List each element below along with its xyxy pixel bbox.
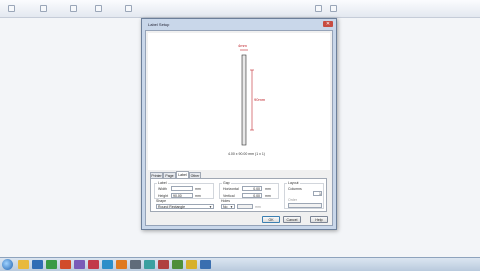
label-setup-dialog: Label Setup ✕ 4mm 90mm 4.00 x 90.00 mm (…: [141, 18, 337, 230]
app-icon-3[interactable]: [88, 260, 99, 269]
shape-value: Round Rectangle: [158, 205, 186, 209]
toolbar-button-4-icon[interactable]: [95, 5, 102, 12]
browser-icon[interactable]: [32, 260, 43, 269]
label-group-title: Label: [157, 181, 168, 185]
ok-button[interactable]: OK: [262, 216, 280, 223]
layout-group-title: Layout: [287, 181, 300, 185]
layout-group: Layout Columns 1 Order: [284, 181, 324, 209]
columns-input[interactable]: 1: [313, 191, 322, 196]
height-unit: mm: [195, 194, 201, 198]
holes-value: No: [223, 205, 228, 209]
holes-size-input[interactable]: [237, 204, 253, 209]
horizontal-unit: mm: [265, 187, 271, 191]
toolbar-button-3-icon[interactable]: [70, 5, 77, 12]
app-icon-11[interactable]: [200, 260, 211, 269]
app-icon-5[interactable]: [116, 260, 127, 269]
gap-group-title: Gap: [222, 181, 231, 185]
dialog-body: 4mm 90mm 4.00 x 90.00 mm (1 x 1) Printer…: [145, 30, 333, 226]
close-icon[interactable]: ✕: [323, 21, 333, 27]
media-icon[interactable]: [46, 260, 57, 269]
folder-icon[interactable]: [18, 260, 29, 269]
order-select[interactable]: [288, 203, 322, 208]
horizontal-gap-input[interactable]: 0.00: [242, 186, 262, 191]
width-input[interactable]: [171, 186, 193, 191]
height-input[interactable]: 90.00: [171, 193, 193, 198]
order-label: Order: [288, 198, 297, 202]
holes-unit: mm: [255, 205, 261, 209]
toolbar-button-1-icon[interactable]: [8, 5, 15, 12]
dialog-title: Label Setup: [148, 22, 170, 27]
taskbar: [0, 257, 480, 271]
toolbar-button-6-icon[interactable]: [315, 5, 322, 12]
width-label: Width: [158, 187, 167, 191]
holes-select[interactable]: No ▼: [221, 204, 235, 209]
vertical-gap-input[interactable]: 0.00: [242, 193, 262, 198]
vertical-unit: mm: [265, 194, 271, 198]
app-icon-10[interactable]: [186, 260, 197, 269]
label-preview-drawing: [240, 49, 254, 146]
height-label: Height: [158, 194, 169, 198]
preview-size-text: 4.00 x 90.00 mm (1 x 1): [228, 152, 265, 156]
app-icon-2[interactable]: [74, 260, 85, 269]
help-button[interactable]: Help: [310, 216, 328, 223]
width-unit: mm: [195, 187, 201, 191]
dialog-titlebar[interactable]: Label Setup ✕: [142, 19, 336, 29]
start-button-icon[interactable]: [2, 259, 13, 270]
app-icon-8[interactable]: [158, 260, 169, 269]
gap-group: Gap Horizontal 0.00 mm Vertical 0.00 mm: [219, 181, 279, 199]
toolbar-button-2-icon[interactable]: [40, 5, 47, 12]
app-icon-6[interactable]: [130, 260, 141, 269]
columns-label: Columns: [288, 187, 302, 191]
label-size-group: Label Width mm Height 90.00 mm: [154, 181, 214, 199]
label-shape: [241, 54, 247, 146]
shape-label: Shape: [156, 199, 167, 203]
shape-select[interactable]: Round Rectangle ▼: [156, 204, 214, 209]
app-icon-9[interactable]: [172, 260, 183, 269]
preview-height-label: 90mm: [254, 97, 266, 102]
app-icon-1[interactable]: [60, 260, 71, 269]
holes-chevron-down-icon: ▼: [230, 205, 233, 209]
toolbar: [0, 0, 480, 18]
horizontal-label: Horizontal: [223, 187, 239, 191]
label-preview: 4mm 90mm 4.00 x 90.00 mm (1 x 1): [148, 33, 330, 170]
cancel-button[interactable]: Cancel: [283, 216, 301, 223]
toolbar-button-7-icon[interactable]: [330, 5, 337, 12]
holes-label: Holes: [221, 199, 230, 203]
app-icon-7[interactable]: [144, 260, 155, 269]
chevron-down-icon: ▼: [209, 205, 212, 209]
toolbar-button-5-icon[interactable]: [125, 5, 132, 12]
app-icon-4[interactable]: [102, 260, 113, 269]
label-tab-panel: Label Width mm Height 90.00 mm Gap Horiz…: [150, 178, 327, 212]
preview-width-label: 4mm: [238, 43, 247, 48]
vertical-label: Vertical: [223, 194, 235, 198]
